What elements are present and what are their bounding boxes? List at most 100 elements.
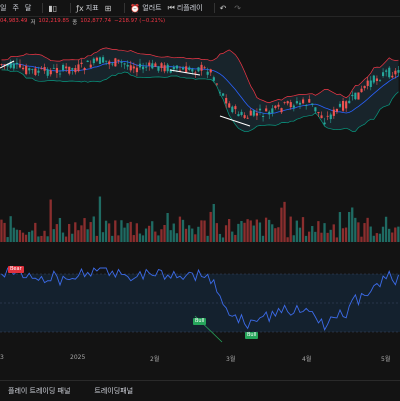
candle-body [351,94,354,97]
volume-bar [218,233,222,242]
time-axis: 3 2025 2월 3월 4월 5월 [0,346,400,366]
volume-bar [397,226,400,242]
candle-body [378,80,382,82]
bottom-panel-tabs: 플레이 트레이딩 패널 트레이딩패널 [0,380,400,401]
volume-bar [341,228,345,242]
volume-bar [6,237,9,242]
candle-body [142,66,145,70]
volume-bar [391,232,394,242]
candles-icon[interactable]: ▮▯ [48,4,57,13]
volume-bar [240,221,243,242]
candle-body [209,69,212,73]
volume-bar [212,203,215,242]
candle-body [65,66,68,69]
rsi-bull-flag[interactable]: Bull [193,318,207,325]
ohlc-close-value: 102,877.74 [80,18,112,24]
undo-button[interactable]: ↶ [220,4,229,13]
candle-body [215,83,218,85]
volume-bar [64,236,68,242]
candle-body [320,115,323,119]
candle-body [366,80,369,86]
rsi-bear-flag[interactable]: Bear [8,266,24,273]
volume-bar [123,227,126,242]
volume-bar [154,231,157,242]
volume-bar [184,228,188,242]
volume-bar [335,237,338,242]
candle-body [185,66,188,73]
chart-area[interactable] [0,28,400,346]
candle-body [182,67,185,70]
indicators-button[interactable]: ƒx 지표 [76,3,98,13]
volume-bar [126,223,129,242]
candle-body [108,61,111,65]
volume-bar [46,236,49,242]
tab-trading-panel-1[interactable]: 플레이 트레이딩 패널 [8,386,70,396]
rsi-bull-flag[interactable]: Bull [245,332,259,339]
interval-week-label[interactable]: 주 [12,3,18,13]
volume-bar [18,230,22,242]
chart-type-button[interactable]: ▮▯ [48,4,59,13]
volume-bar [37,236,40,242]
alert-icon[interactable]: ⏰ [130,4,140,13]
candle-body [249,110,252,116]
volume-bar [172,223,175,242]
candle-body [397,70,400,73]
volume-bar [34,222,37,242]
candle-body [145,66,148,68]
toolbar-divider [42,3,44,13]
indicators-label[interactable]: 지표 [86,3,99,13]
volume-bar [289,216,292,242]
candle-body [292,105,295,108]
candle-body [200,64,203,71]
undo-icon[interactable]: ↶ [220,4,227,13]
templates-button[interactable]: ⊞ [105,4,114,13]
interval-week[interactable]: 주 [12,3,18,13]
replay-label[interactable]: 리플레이 [177,3,203,13]
candle-body [160,63,163,68]
volume-bars [0,196,400,242]
volume-bar [55,224,58,242]
candle-body [157,66,160,71]
ohlc-low-label: 저 [30,20,36,26]
volume-bar [280,207,283,242]
redo-icon[interactable]: ↷ [234,4,241,13]
volume-bar [169,230,172,242]
interval-month[interactable]: 달 [25,3,31,13]
candle-body [74,68,77,73]
indicators-icon[interactable]: ƒx [76,4,84,13]
volume-bar [49,199,52,242]
replay-icon[interactable]: ⏮ [168,3,175,13]
interval-1d-label[interactable]: 일 [0,3,6,13]
tab-trading-panel-2[interactable]: 트레이딩패널 [94,386,133,396]
volume-bar [261,235,265,242]
candle-body [265,108,268,112]
volume-bar [3,222,6,242]
candle-body [15,62,18,65]
volume-bar [197,226,200,242]
volume-bar [267,219,271,242]
interval-month-label[interactable]: 달 [25,3,31,13]
candle-body [83,67,86,71]
candle-body [237,114,240,117]
candle-body [375,78,378,81]
volume-bar [117,235,120,242]
replay-button[interactable]: ⏮ 리플레이 [168,3,203,13]
candle-body [228,103,231,108]
candle-body [148,62,151,66]
time-axis-label: 2월 [150,356,160,363]
candle-body [166,64,169,72]
interval-1d[interactable]: 일 [0,3,6,13]
alert-label[interactable]: 얼러트 [142,3,161,13]
volume-bar [77,230,80,242]
volume-bar [61,232,65,242]
volume-bar [15,229,18,242]
volume-bar [224,225,228,242]
volume-bar [92,216,95,242]
redo-button[interactable]: ↷ [234,4,243,13]
candle-body [246,117,249,119]
templates-icon[interactable]: ⊞ [105,4,112,13]
volume-bar [12,227,15,242]
alert-button[interactable]: ⏰ 얼러트 [130,3,161,13]
volume-bar [107,223,111,242]
volume-bar [243,222,246,242]
